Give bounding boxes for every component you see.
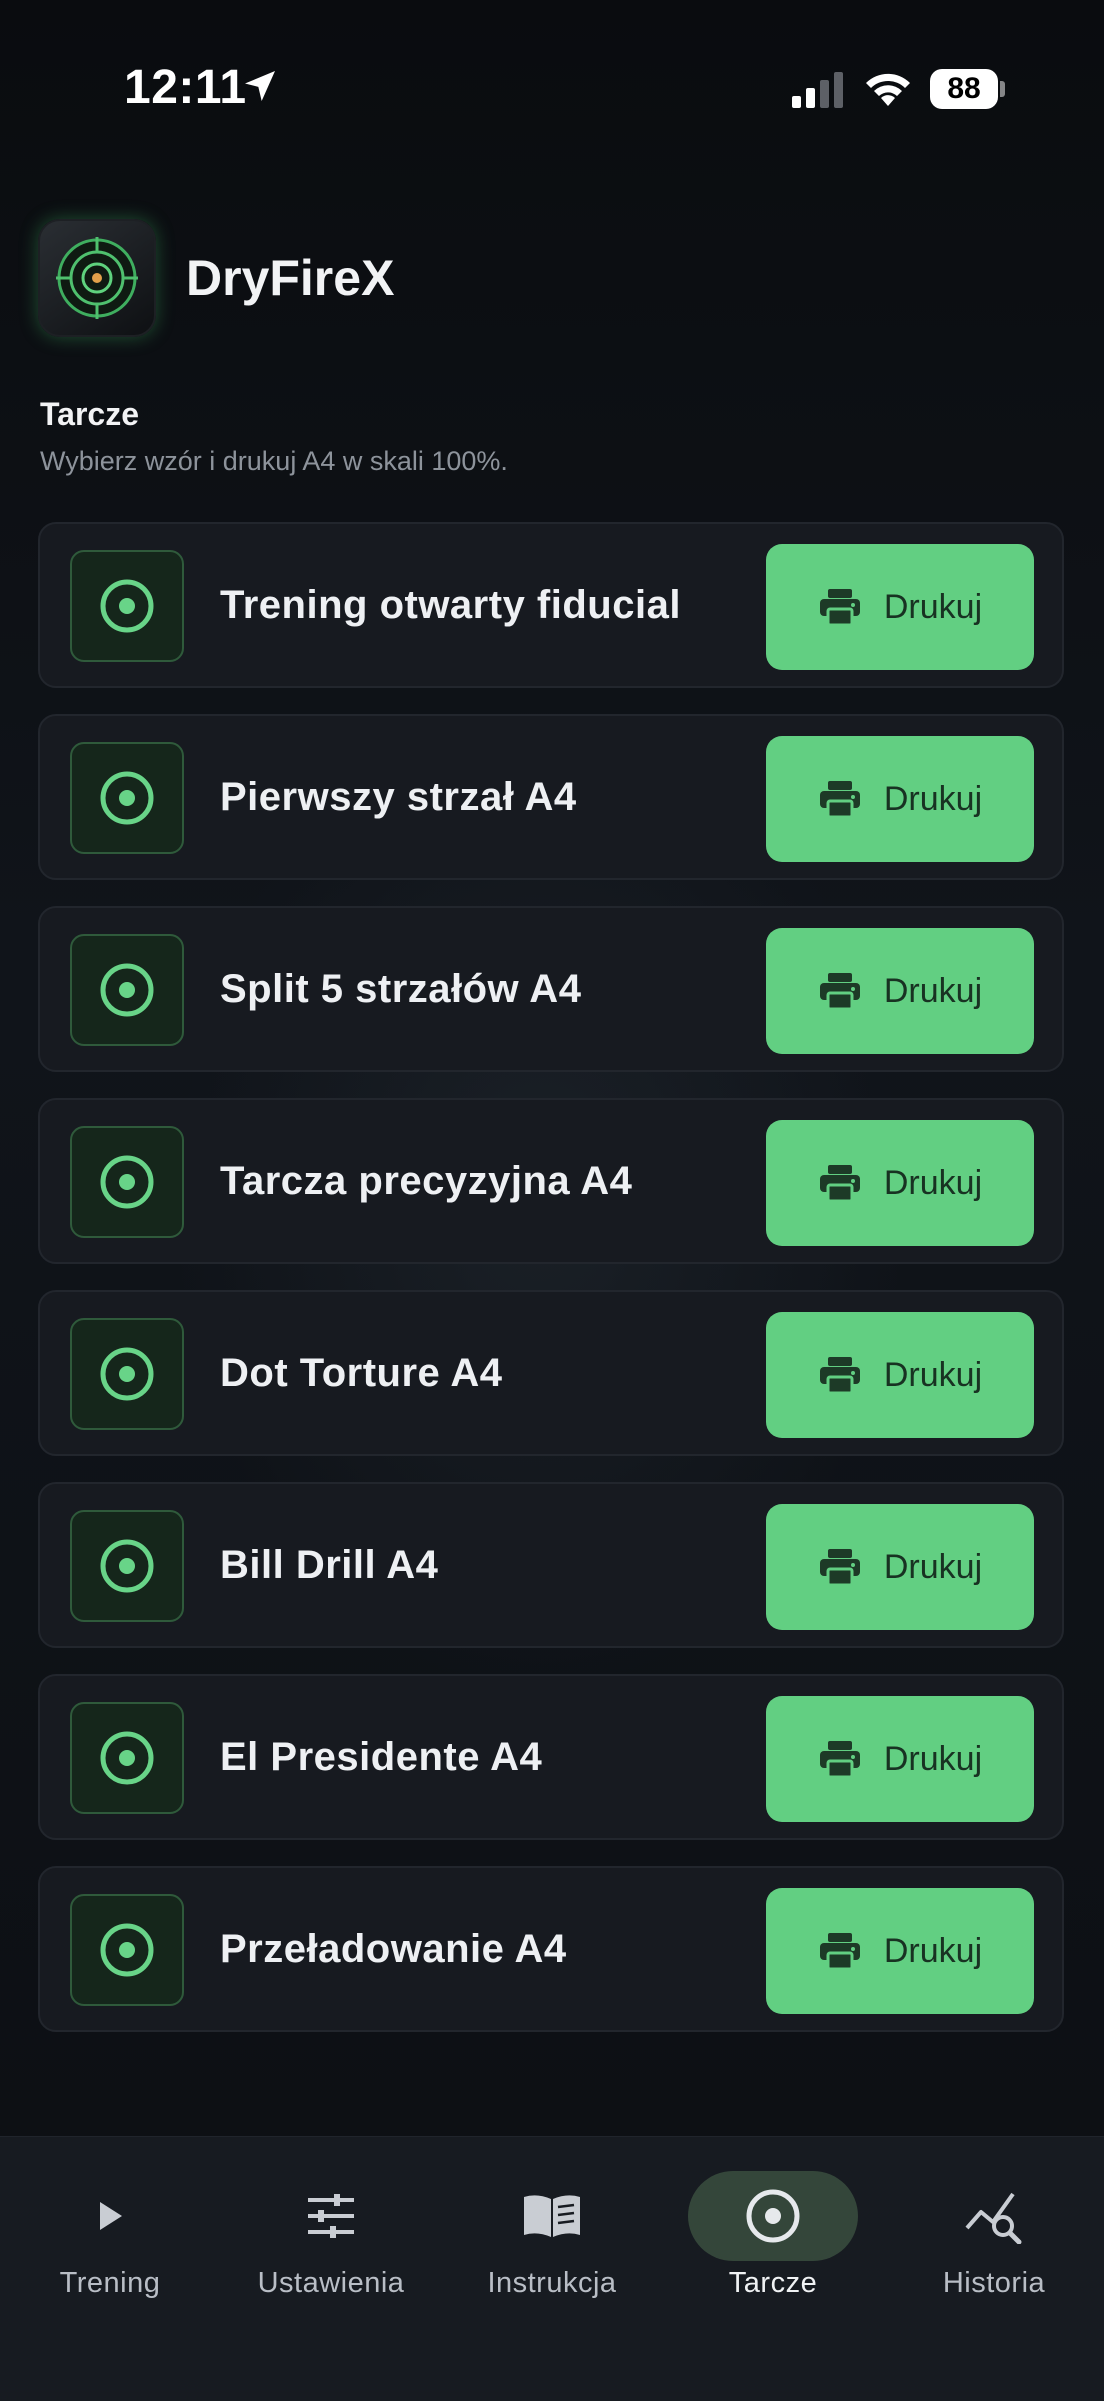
print-button-label: Drukuj (883, 1163, 983, 1202)
tab-tarcze[interactable]: Tarcze (663, 2137, 883, 2337)
printer-icon (819, 781, 860, 819)
printer-icon (819, 1549, 860, 1587)
target-card[interactable]: El Presidente A4 Drukuj (38, 1674, 1064, 1840)
print-button-label: Drukuj (883, 1547, 983, 1586)
target-name: Split 5 strzałów A4 (220, 966, 582, 1011)
print-button-label: Drukuj (883, 1739, 983, 1778)
wifi-icon (866, 73, 910, 106)
cellular-signal-icon (792, 72, 843, 108)
target-name: Pierwszy strzał A4 (220, 774, 577, 819)
target-icon (70, 550, 184, 662)
print-button[interactable]: Drukuj (766, 736, 1034, 862)
print-button[interactable]: Drukuj (766, 1696, 1034, 1822)
target-card[interactable]: Przeładowanie A4 Drukuj (38, 1866, 1064, 2032)
tab-label: Historia (942, 2267, 1046, 2299)
printer-icon (819, 973, 860, 1011)
app-title: DryFireX (186, 250, 395, 306)
target-icon (70, 1702, 184, 1814)
printer-icon (819, 1165, 860, 1203)
printer-icon (819, 1357, 860, 1395)
print-button-label: Drukuj (883, 779, 983, 818)
target-name: Tarcza precyzyjna A4 (220, 1158, 633, 1203)
target-icon (70, 742, 184, 854)
section-title: Tarcze (40, 396, 140, 432)
print-button-label: Drukuj (883, 1355, 983, 1394)
tab-trening[interactable]: Trening (0, 2137, 220, 2337)
target-icon (70, 1318, 184, 1430)
app-header: DryFireX (38, 218, 394, 338)
target-card[interactable]: Pierwszy strzał A4 Drukuj (38, 714, 1064, 880)
print-button[interactable]: Drukuj (766, 1312, 1034, 1438)
target-name: Przeładowanie A4 (220, 1926, 567, 1971)
target-name: Trening otwarty fiducial (220, 582, 681, 627)
play-icon (25, 2171, 195, 2261)
tab-label: Tarcze (728, 2267, 818, 2299)
target-icon (70, 1894, 184, 2006)
target-icon (70, 1510, 184, 1622)
print-button[interactable]: Drukuj (766, 928, 1034, 1054)
print-button[interactable]: Drukuj (766, 1120, 1034, 1246)
target-card[interactable]: Dot Torture A4 Drukuj (38, 1290, 1064, 1456)
target-icon (688, 2171, 858, 2261)
location-arrow-icon (245, 71, 275, 101)
print-button[interactable]: Drukuj (766, 544, 1034, 670)
book-icon (467, 2171, 637, 2261)
bottom-tab-bar: Trening Ustawienia Instrukcja Tarcze His… (0, 2136, 1104, 2401)
tab-label: Trening (59, 2267, 161, 2299)
tab-instrukcja[interactable]: Instrukcja (442, 2137, 662, 2337)
tab-ustawienia[interactable]: Ustawienia (221, 2137, 441, 2337)
target-name: Bill Drill A4 (220, 1542, 439, 1587)
printer-icon (819, 589, 860, 627)
sliders-icon (246, 2171, 416, 2261)
print-button-label: Drukuj (883, 1931, 983, 1970)
print-button-label: Drukuj (883, 587, 983, 626)
target-list: Trening otwarty fiducial Drukuj Pierwszy… (38, 522, 1064, 2058)
print-button-label: Drukuj (883, 971, 983, 1010)
printer-icon (819, 1933, 860, 1971)
status-bar: 12:11 88 (0, 0, 1104, 180)
tab-historia[interactable]: Historia (884, 2137, 1104, 2337)
section-subtitle: Wybierz wzór i drukuj A4 w skali 100%. (40, 446, 508, 476)
target-name: Dot Torture A4 (220, 1350, 503, 1395)
target-name: El Presidente A4 (220, 1734, 543, 1779)
print-button[interactable]: Drukuj (766, 1888, 1034, 2014)
status-time: 12:11 (124, 61, 247, 114)
tab-label: Instrukcja (487, 2267, 617, 2299)
target-card[interactable]: Split 5 strzałów A4 Drukuj (38, 906, 1064, 1072)
battery-indicator: 88 (930, 69, 1006, 109)
target-card[interactable]: Tarcza precyzyjna A4 Drukuj (38, 1098, 1064, 1264)
printer-icon (819, 1741, 860, 1779)
target-icon (70, 934, 184, 1046)
target-icon (70, 1126, 184, 1238)
target-card[interactable]: Trening otwarty fiducial Drukuj (38, 522, 1064, 688)
app-logo-icon (38, 219, 156, 337)
battery-level: 88 (930, 69, 998, 109)
target-card[interactable]: Bill Drill A4 Drukuj (38, 1482, 1064, 1648)
battery-cap (1000, 81, 1005, 97)
print-button[interactable]: Drukuj (766, 1504, 1034, 1630)
chart-search-icon (909, 2171, 1079, 2261)
tab-label: Ustawienia (257, 2267, 405, 2299)
